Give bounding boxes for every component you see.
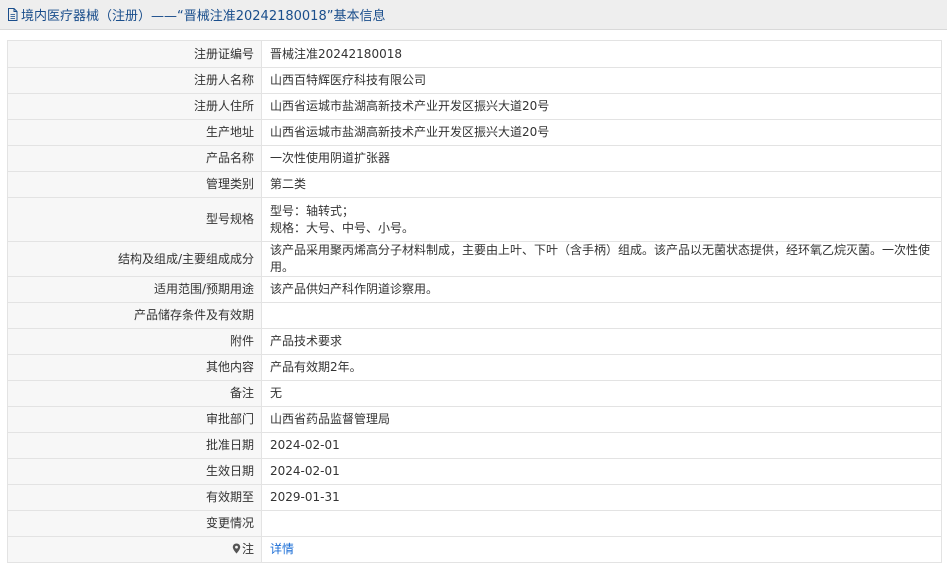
row-value: 产品有效期2年。 xyxy=(261,354,942,381)
row-label: 有效期至 xyxy=(7,484,262,511)
row-label: 附件 xyxy=(7,328,262,355)
row-value: 无 xyxy=(261,380,942,407)
row-value: 山西省药品监督管理局 xyxy=(261,406,942,433)
document-icon xyxy=(8,8,18,21)
table-row: 批准日期 2024-02-01 xyxy=(7,432,942,459)
table-row: 产品储存条件及有效期 xyxy=(7,302,942,329)
row-value: 该产品供妇产科作阴道诊察用。 xyxy=(261,276,942,303)
row-label: 产品储存条件及有效期 xyxy=(7,302,262,329)
model-line: 型号：轴转式； xyxy=(270,203,355,218)
table-row: 注册证编号 晋械注准20242180018 xyxy=(7,40,942,68)
row-label: 生产地址 xyxy=(7,119,262,146)
row-value: 2024-02-01 xyxy=(261,432,942,459)
row-value: 该产品采用聚丙烯高分子材料制成，主要由上叶、下叶（含手柄）组成。该产品以无菌状态… xyxy=(261,241,942,277)
table-row: 注册人名称 山西百特辉医疗科技有限公司 xyxy=(7,67,942,94)
table-row: 生产地址 山西省运城市盐湖高新技术产业开发区振兴大道20号 xyxy=(7,119,942,146)
row-label: 审批部门 xyxy=(7,406,262,433)
row-value: 详情 xyxy=(261,536,942,563)
row-value: 一次性使用阴道扩张器 xyxy=(261,145,942,172)
row-label: 型号规格 xyxy=(7,197,262,242)
table-row: 注册人住所 山西省运城市盐湖高新技术产业开发区振兴大道20号 xyxy=(7,93,942,120)
table-row: 审批部门 山西省药品监督管理局 xyxy=(7,406,942,433)
detail-link[interactable]: 详情 xyxy=(270,542,294,556)
row-value: 2029-01-31 xyxy=(261,484,942,511)
page-title: 境内医疗器械（注册）——“晋械注准20242180018”基本信息 xyxy=(21,9,386,24)
row-value: 山西省运城市盐湖高新技术产业开发区振兴大道20号 xyxy=(261,93,942,120)
table-row: 变更情况 xyxy=(7,510,942,537)
table-row: 注 详情 xyxy=(7,536,942,563)
row-value: 第二类 xyxy=(261,171,942,198)
row-label: 适用范围/预期用途 xyxy=(7,276,262,303)
table-row: 适用范围/预期用途 该产品供妇产科作阴道诊察用。 xyxy=(7,276,942,303)
row-label: 注册证编号 xyxy=(7,40,262,68)
table-row: 其他内容 产品有效期2年。 xyxy=(7,354,942,381)
table-row: 结构及组成/主要组成成分 该产品采用聚丙烯高分子材料制成，主要由上叶、下叶（含手… xyxy=(7,241,942,277)
row-value: 晋械注准20242180018 xyxy=(261,40,942,68)
row-label: 管理类别 xyxy=(7,171,262,198)
row-label: 生效日期 xyxy=(7,458,262,485)
pin-icon xyxy=(232,543,241,554)
table-row: 有效期至 2029-01-31 xyxy=(7,484,942,511)
row-label: 注 xyxy=(7,536,262,563)
table-row: 备注 无 xyxy=(7,380,942,407)
page-header: 境内医疗器械（注册）——“晋械注准20242180018”基本信息 xyxy=(0,0,947,30)
note-label: 注 xyxy=(241,542,254,556)
spec-line: 规格：大号、中号、小号。 xyxy=(270,220,415,235)
row-value xyxy=(261,302,942,329)
table-row: 附件 产品技术要求 xyxy=(7,328,942,355)
table-row: 生效日期 2024-02-01 xyxy=(7,458,942,485)
row-label: 变更情况 xyxy=(7,510,262,537)
row-value xyxy=(261,510,942,537)
row-value: 2024-02-01 xyxy=(261,458,942,485)
row-label: 备注 xyxy=(7,380,262,407)
row-value: 山西百特辉医疗科技有限公司 xyxy=(261,67,942,94)
row-label: 产品名称 xyxy=(7,145,262,172)
row-value: 产品技术要求 xyxy=(261,328,942,355)
row-value: 型号：轴转式； 规格：大号、中号、小号。 xyxy=(261,197,942,242)
row-label: 其他内容 xyxy=(7,354,262,381)
row-label: 注册人名称 xyxy=(7,67,262,94)
table-row: 管理类别 第二类 xyxy=(7,171,942,198)
table-row: 型号规格 型号：轴转式； 规格：大号、中号、小号。 xyxy=(7,197,942,242)
registration-info-table: 注册证编号 晋械注准20242180018 注册人名称 山西百特辉医疗科技有限公… xyxy=(7,40,942,563)
row-label: 批准日期 xyxy=(7,432,262,459)
row-label: 注册人住所 xyxy=(7,93,262,120)
row-label: 结构及组成/主要组成成分 xyxy=(7,241,262,277)
table-row: 产品名称 一次性使用阴道扩张器 xyxy=(7,145,942,172)
row-value: 山西省运城市盐湖高新技术产业开发区振兴大道20号 xyxy=(261,119,942,146)
